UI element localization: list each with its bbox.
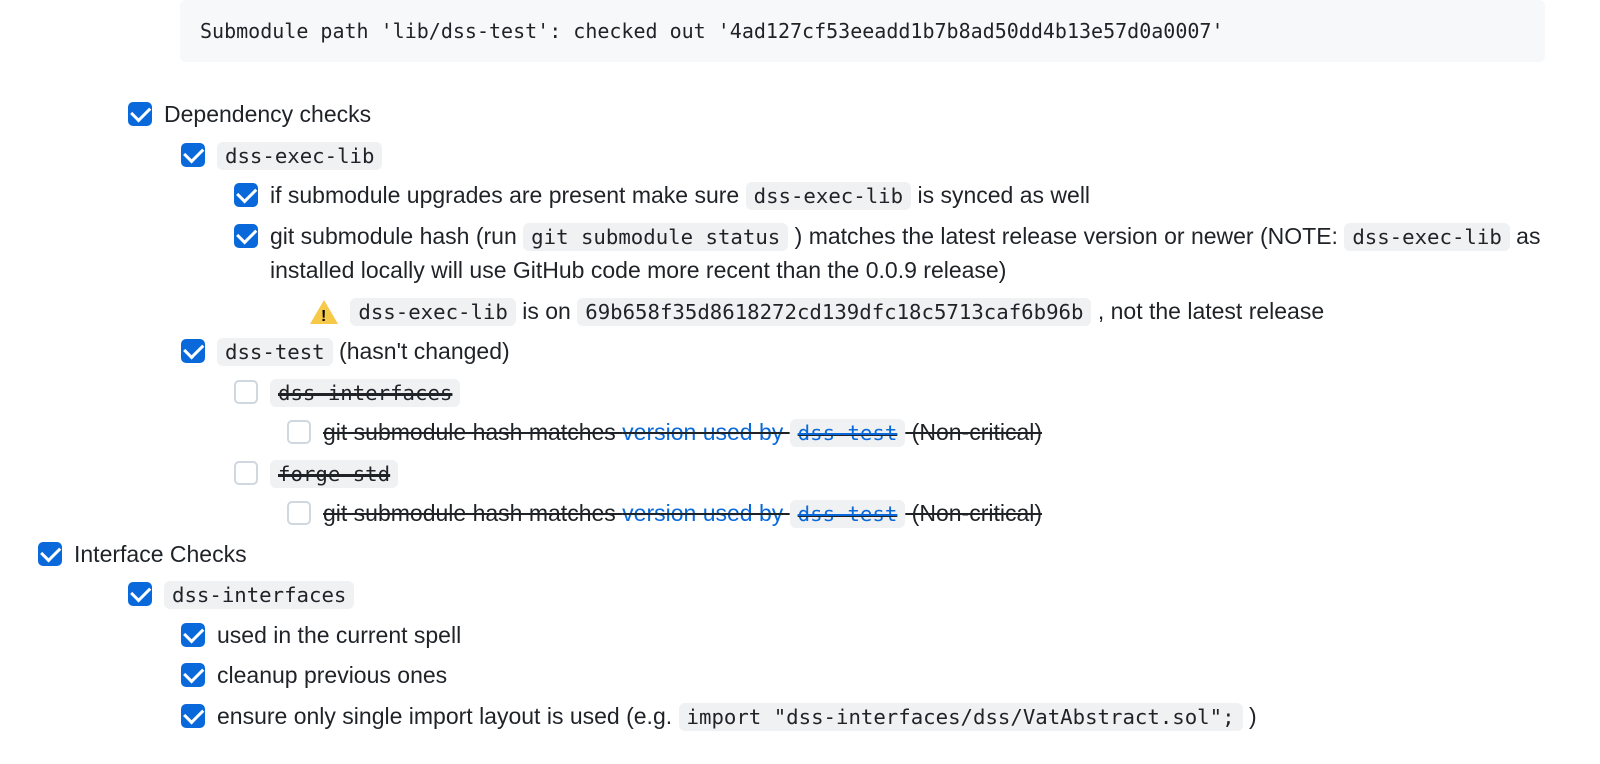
code-inline: dss-exec-lib bbox=[746, 182, 911, 210]
list-item-interface-checks: Interface Checks bbox=[38, 537, 1600, 572]
list-item-dependency-checks: Dependency checks bbox=[128, 97, 1600, 132]
list-item-dss-exec-lib: dss-exec-lib bbox=[181, 138, 1600, 173]
label: ensure only single import layout is used… bbox=[217, 699, 1600, 734]
list-item: dss-interfaces bbox=[234, 375, 1600, 410]
list-item-dss-test: dss-test (hasn't changed) bbox=[181, 334, 1600, 369]
checkbox[interactable] bbox=[234, 183, 258, 207]
list-item: used in the current spell bbox=[181, 618, 1600, 653]
code-inline: forge-std bbox=[270, 460, 398, 488]
list-item: if submodule upgrades are present make s… bbox=[234, 178, 1600, 213]
list-item: git submodule hash matches version used … bbox=[287, 415, 1600, 450]
checkbox[interactable] bbox=[234, 380, 258, 404]
label: git submodule hash matches version used … bbox=[323, 496, 1600, 531]
code-inline: dss-test bbox=[790, 419, 906, 447]
label: dss-exec-lib bbox=[217, 138, 1600, 173]
checkbox[interactable] bbox=[234, 224, 258, 248]
list-item: git submodule hash (run git submodule st… bbox=[234, 219, 1600, 329]
list-item: forge-std bbox=[234, 456, 1600, 491]
label: dss-interfaces bbox=[164, 577, 1600, 612]
code-inline: dss-exec-lib bbox=[1344, 223, 1509, 251]
list-item: git submodule hash matches version used … bbox=[287, 496, 1600, 531]
checkbox[interactable] bbox=[38, 542, 62, 566]
code-block: Submodule path 'lib/dss-test': checked o… bbox=[180, 0, 1545, 62]
checkbox[interactable] bbox=[287, 420, 311, 444]
code-inline: import "dss-interfaces/dss/VatAbstract.s… bbox=[679, 703, 1243, 731]
code-inline: 69b658f35d8618272cd139dfc18c5713caf6b96b bbox=[577, 298, 1091, 326]
checkbox[interactable] bbox=[128, 102, 152, 126]
checkbox[interactable] bbox=[181, 623, 205, 647]
checkbox[interactable] bbox=[181, 663, 205, 687]
label: dss-interfaces bbox=[270, 375, 1600, 410]
checkbox[interactable] bbox=[234, 461, 258, 485]
checkbox[interactable] bbox=[181, 143, 205, 167]
warning-line: dss-exec-lib is on 69b658f35d8618272cd13… bbox=[310, 294, 1600, 329]
checkbox[interactable] bbox=[128, 582, 152, 606]
list-item: dss-interfaces bbox=[128, 577, 1600, 612]
label: used in the current spell bbox=[217, 618, 1600, 653]
code-inline: dss-test bbox=[790, 500, 906, 528]
label: dss-test (hasn't changed) bbox=[217, 334, 1600, 369]
code-inline: dss-interfaces bbox=[270, 379, 460, 407]
code-inline: dss-exec-lib bbox=[217, 142, 382, 170]
label: git submodule hash matches version used … bbox=[323, 415, 1600, 450]
label: Interface Checks bbox=[74, 537, 1600, 572]
list-item: cleanup previous ones bbox=[181, 658, 1600, 693]
label: cleanup previous ones bbox=[217, 658, 1600, 693]
list-item: ensure only single import layout is used… bbox=[181, 699, 1600, 734]
code-inline: dss-interfaces bbox=[164, 581, 354, 609]
label: if submodule upgrades are present make s… bbox=[270, 178, 1600, 213]
link[interactable]: version used by dss-test bbox=[622, 500, 905, 526]
label: git submodule hash (run git submodule st… bbox=[270, 219, 1600, 329]
checkbox[interactable] bbox=[181, 704, 205, 728]
label: forge-std bbox=[270, 456, 1600, 491]
warning-icon bbox=[310, 300, 338, 324]
label: Dependency checks bbox=[164, 97, 1600, 132]
code-inline: git submodule status bbox=[523, 223, 788, 251]
checkbox[interactable] bbox=[287, 501, 311, 525]
link[interactable]: version used by dss-test bbox=[622, 419, 905, 445]
checkbox[interactable] bbox=[181, 339, 205, 363]
code-inline: dss-test bbox=[217, 338, 333, 366]
code-inline: dss-exec-lib bbox=[350, 298, 515, 326]
